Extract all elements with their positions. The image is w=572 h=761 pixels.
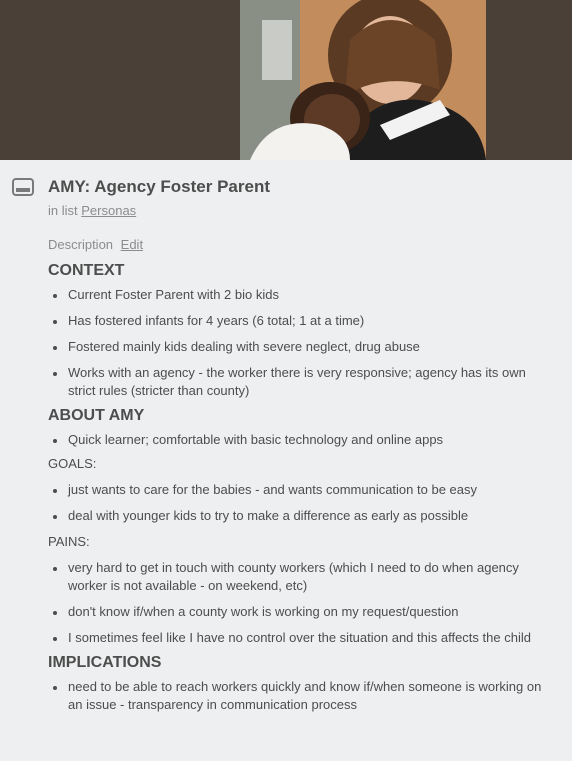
implications-list: need to be able to reach workers quickly… — [48, 678, 548, 714]
description-label: Description — [48, 237, 114, 252]
context-heading: CONTEXT — [48, 262, 125, 279]
list-item: Works with an agency - the worker there … — [48, 364, 548, 400]
list-item: Has fostered infants for 4 years (6 tota… — [48, 312, 548, 330]
context-list: Current Foster Parent with 2 bio kids Ha… — [48, 286, 548, 400]
about-list: Quick learner; comfortable with basic te… — [48, 431, 548, 449]
pains-list: very hard to get in touch with county wo… — [48, 559, 548, 647]
description-content: CONTEXT Current Foster Parent with 2 bio… — [48, 261, 548, 714]
cover-photo — [240, 0, 486, 160]
list-link[interactable]: Personas — [81, 203, 136, 218]
card-title[interactable]: AMY: Agency Foster Parent — [48, 177, 270, 197]
card-icon — [12, 178, 34, 196]
list-item: Fostered mainly kids dealing with severe… — [48, 338, 548, 356]
list-item: need to be able to reach workers quickly… — [48, 678, 548, 714]
about-heading: ABOUT AMY — [48, 407, 145, 424]
list-item: Current Foster Parent with 2 bio kids — [48, 286, 548, 304]
goals-label: GOALS: — [48, 456, 97, 471]
cover-photo-image — [240, 0, 486, 160]
implications-heading: IMPLICATIONS — [48, 654, 162, 671]
list-item: just wants to care for the babies - and … — [48, 481, 548, 499]
list-item: Quick learner; comfortable with basic te… — [48, 431, 548, 449]
in-list-prefix: in list — [48, 203, 78, 218]
edit-description-link[interactable]: Edit — [121, 237, 143, 252]
card-cover[interactable] — [0, 0, 572, 160]
list-item: I sometimes feel like I have no control … — [48, 629, 548, 647]
in-list-row: in list Personas — [48, 203, 136, 218]
list-item: very hard to get in touch with county wo… — [48, 559, 548, 595]
description-header: Description Edit — [48, 237, 143, 252]
pains-label: PAINS: — [48, 534, 90, 549]
list-item: don't know if/when a county work is work… — [48, 603, 548, 621]
list-item: deal with younger kids to try to make a … — [48, 507, 548, 525]
goals-list: just wants to care for the babies - and … — [48, 481, 548, 525]
